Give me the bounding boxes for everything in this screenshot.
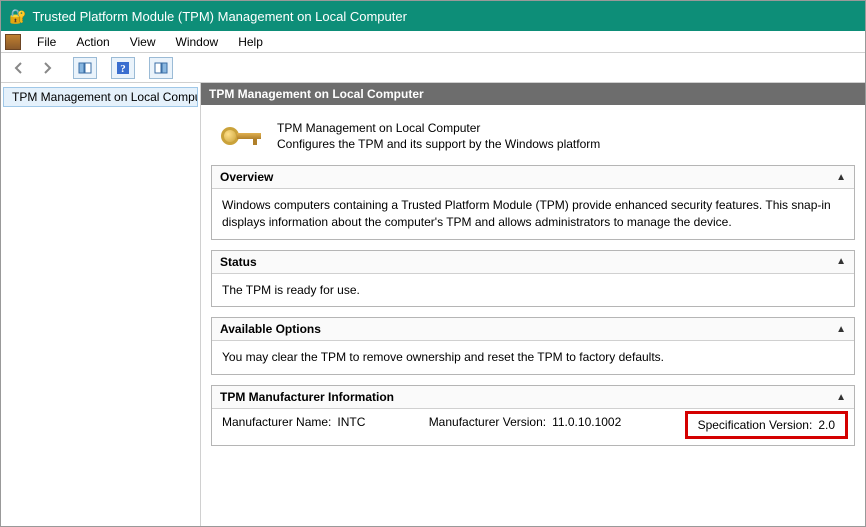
tree-item-label: TPM Management on Local Compu xyxy=(12,90,198,104)
menu-action[interactable]: Action xyxy=(66,33,119,51)
collapse-icon: ▲ xyxy=(836,324,846,335)
collapse-icon: ▲ xyxy=(836,256,846,267)
panel-overview-title: Overview xyxy=(220,170,273,184)
toolbar: ? xyxy=(1,53,865,83)
menu-file[interactable]: File xyxy=(27,33,66,51)
mfr-name-label: Manufacturer Name: xyxy=(222,415,331,435)
content-pane: TPM Management on Local Computer TPM Man… xyxy=(201,83,865,526)
panel-overview: Overview ▲ Windows computers containing … xyxy=(211,165,855,240)
panel-status-body: The TPM is ready for use. xyxy=(212,274,854,307)
panel-options-header[interactable]: Available Options ▲ xyxy=(212,318,854,341)
menu-bar: File Action View Window Help xyxy=(1,31,865,53)
show-hide-action-button[interactable] xyxy=(149,57,173,79)
panel-status: Status ▲ The TPM is ready for use. xyxy=(211,250,855,308)
tree-item-tpm-root[interactable]: TPM Management on Local Compu xyxy=(3,87,198,107)
back-button[interactable] xyxy=(7,57,31,79)
specification-version: Specification Version: 2.0 xyxy=(698,418,835,432)
window-title: Trusted Platform Module (TPM) Management… xyxy=(32,9,407,24)
workspace: TPM Management on Local Compu TPM Manage… xyxy=(1,83,865,526)
tpm-key-icon xyxy=(221,121,265,151)
panel-overview-header[interactable]: Overview ▲ xyxy=(212,166,854,189)
panel-manufacturer-title: TPM Manufacturer Information xyxy=(220,390,394,404)
content-header: TPM Management on Local Computer xyxy=(201,83,865,105)
app-icon: 🔐 xyxy=(9,8,26,25)
panel-options: Available Options ▲ You may clear the TP… xyxy=(211,317,855,375)
help-button[interactable]: ? xyxy=(111,57,135,79)
panel-status-header[interactable]: Status ▲ xyxy=(212,251,854,274)
mfr-name-value: INTC xyxy=(337,415,365,435)
panel-overview-body: Windows computers containing a Trusted P… xyxy=(212,189,854,239)
mfr-version-value: 11.0.10.1002 xyxy=(552,415,621,435)
spec-version-value: 2.0 xyxy=(818,418,835,432)
svg-text:?: ? xyxy=(120,63,126,75)
spec-version-label: Specification Version: xyxy=(698,418,813,432)
mmc-icon xyxy=(5,34,21,50)
mfr-version-label: Manufacturer Version: xyxy=(429,415,546,435)
tree-pane: TPM Management on Local Compu xyxy=(1,83,201,526)
menu-view[interactable]: View xyxy=(120,33,166,51)
manufacturer-row: Manufacturer Name: INTC Manufacturer Ver… xyxy=(212,409,854,445)
manufacturer-version: Manufacturer Version: 11.0.10.1002 xyxy=(429,415,622,435)
collapse-icon: ▲ xyxy=(836,392,846,403)
menu-help[interactable]: Help xyxy=(228,33,273,51)
panel-manufacturer-header[interactable]: TPM Manufacturer Information ▲ xyxy=(212,386,854,409)
forward-button[interactable] xyxy=(35,57,59,79)
intro-block: TPM Management on Local Computer Configu… xyxy=(211,115,855,165)
intro-text: TPM Management on Local Computer Configu… xyxy=(277,121,600,151)
panel-status-title: Status xyxy=(220,255,257,269)
panel-options-body: You may clear the TPM to remove ownershi… xyxy=(212,341,854,374)
collapse-icon: ▲ xyxy=(836,172,846,183)
intro-desc: Configures the TPM and its support by th… xyxy=(277,137,600,151)
panel-options-title: Available Options xyxy=(220,322,321,336)
menu-window[interactable]: Window xyxy=(166,33,229,51)
intro-title: TPM Management on Local Computer xyxy=(277,121,600,135)
window-titlebar: 🔐 Trusted Platform Module (TPM) Manageme… xyxy=(1,1,865,31)
show-hide-tree-button[interactable] xyxy=(73,57,97,79)
manufacturer-name: Manufacturer Name: INTC xyxy=(222,415,365,435)
panel-manufacturer: TPM Manufacturer Information ▲ Manufactu… xyxy=(211,385,855,446)
spec-version-highlight: Specification Version: 2.0 xyxy=(685,411,848,439)
content-body: TPM Management on Local Computer Configu… xyxy=(201,105,865,466)
